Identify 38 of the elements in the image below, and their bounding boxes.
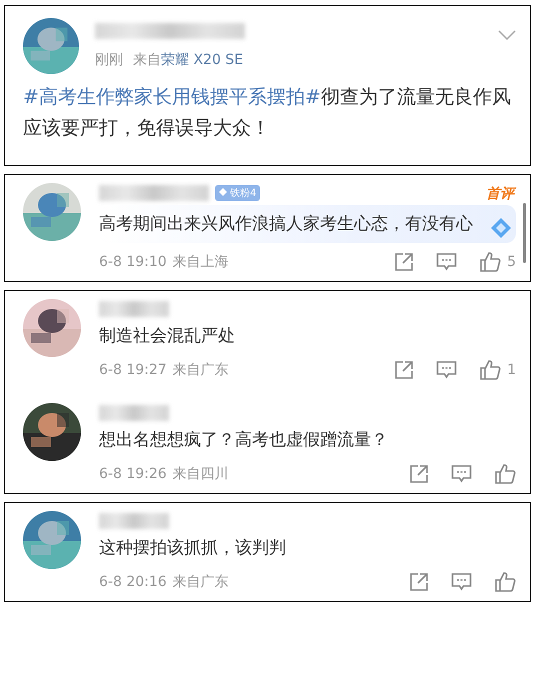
first-comment-label: 首评 [486, 185, 514, 203]
comment-location: 来自广东 [172, 573, 229, 591]
comment-icon[interactable] [451, 464, 472, 484]
share-icon[interactable] [409, 464, 429, 484]
comment-location: 来自四川 [172, 465, 229, 483]
scrollbar [523, 203, 526, 263]
fan-badge: 铁粉4 [215, 185, 260, 201]
source-prefix: 来自 [133, 52, 161, 68]
thumbs-up-icon[interactable] [479, 359, 502, 381]
blurred-username [99, 513, 169, 529]
share-icon[interactable] [394, 252, 414, 272]
highlighted-comment: 高考期间出来兴风作浪搞人家考生心态，有没有心 [99, 205, 516, 243]
device-link[interactable]: 荣耀 X20 SE [161, 52, 244, 68]
comment-location: 来自上海 [172, 253, 229, 271]
thumbs-up-icon[interactable] [479, 251, 502, 273]
share-icon[interactable] [394, 360, 414, 380]
chevron-down-icon[interactable] [498, 30, 516, 40]
comment-time: 6-8 19:27 [99, 362, 167, 378]
comment-time: 6-8 19:10 [99, 254, 167, 270]
comment-icon[interactable] [436, 360, 458, 380]
thumbs-up-icon[interactable] [494, 463, 516, 485]
comment-time: 6-8 20:16 [99, 574, 167, 590]
comment-location: 来自广东 [172, 361, 229, 379]
comment-icon[interactable] [436, 252, 458, 272]
blurred-username [99, 301, 169, 317]
comment-text: 制造社会混乱严处 [99, 325, 236, 348]
blurred-username [99, 405, 169, 421]
share-icon[interactable] [409, 572, 429, 592]
post-time: 刚刚 [95, 52, 123, 68]
thumbs-up-icon[interactable] [494, 571, 516, 593]
comment-text: 想出名想想疯了？高考也虚假蹭流量？ [99, 429, 389, 452]
comment-icon[interactable] [451, 572, 472, 592]
comment-time: 6-8 19:26 [99, 466, 167, 482]
post-text: #高考生作弊家长用钱摆平系摆拍#彻查为了流量无良作风应该要严打，免得误导大众！ [23, 85, 512, 141]
comment-text: 这种摆拍该抓抓，该判判 [99, 537, 287, 560]
like-count: 1 [507, 362, 516, 378]
diamond-icon [219, 188, 227, 196]
like-count: 5 [507, 254, 516, 270]
